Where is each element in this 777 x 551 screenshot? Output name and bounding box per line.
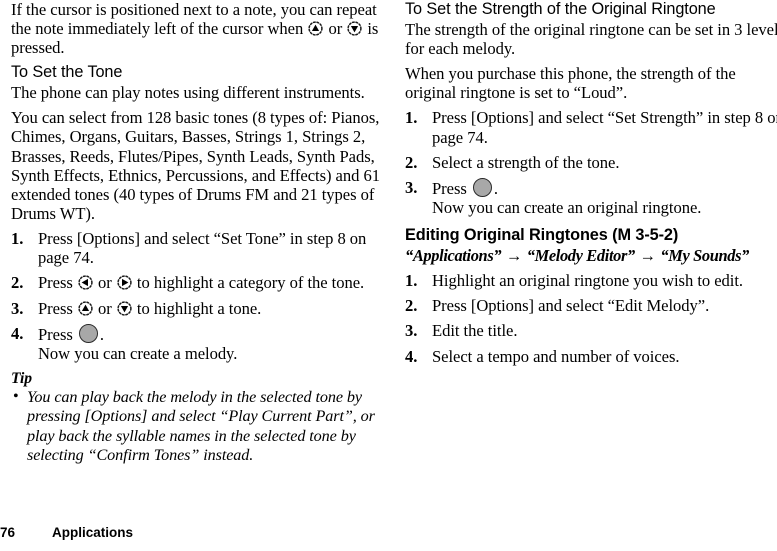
step-number: 2.	[405, 152, 418, 172]
step-text-middle: or	[93, 273, 116, 293]
menu-path-breadcrumb: “Applications” → “Melody Editor” → “My S…	[405, 246, 777, 266]
step-text: Select a tempo and number of voices.	[432, 346, 680, 366]
heading-to-set-the-tone: To Set the Tone	[11, 63, 123, 82]
tip-list: • You can play back the melody in the sel…	[11, 387, 391, 465]
step-text: Press [Options] and select “Set Strength…	[432, 108, 777, 147]
list-item: 1. Press [Options] and select “Set Tone” …	[11, 229, 391, 267]
step-text: Edit the title.	[432, 321, 518, 341]
intro-paragraph: If the cursor is positioned next to a no…	[11, 0, 391, 57]
set-tone-steps: 1. Press [Options] and select “Set Tone” …	[11, 229, 391, 363]
path-part-my-sounds: “My Sounds”	[660, 246, 750, 266]
page-footer: 76 Applications	[0, 525, 777, 551]
list-item: 2. Select a strength of the tone.	[405, 153, 777, 172]
step-number: 1.	[405, 270, 418, 290]
paragraph-strength-levels: The strength of the original ringtone ca…	[405, 20, 777, 59]
chapter-name: Applications	[52, 525, 134, 540]
step-text-suffix: .	[493, 178, 498, 198]
tip-heading: Tip	[11, 370, 33, 388]
heading-editing-original-ringtones: Editing Original Ringtones (M 3-5-2)	[405, 226, 777, 245]
paragraph-default-loud: When you purchase this phone, the streng…	[405, 64, 736, 103]
dpad-left-icon	[78, 275, 93, 290]
step-number: 4.	[11, 323, 24, 343]
list-item: • You can play back the melody in the sel…	[11, 387, 391, 465]
path-part-applications: “Applications”	[405, 246, 502, 266]
menu-code: (M 3-5-2)	[607, 226, 679, 245]
set-strength-steps: 1. Press [Options] and select “Set Streng…	[405, 108, 777, 217]
center-select-key-icon	[78, 323, 98, 343]
heading-set-strength: To Set the Strength of the Original Ring…	[405, 0, 716, 18]
list-item: 2. Press or to highlight a category of th…	[11, 273, 391, 292]
heading-editing-label: Editing Original Ringtones	[405, 226, 608, 245]
list-item: 3. Edit the title.	[405, 321, 777, 340]
list-item: 3. Press . Now you can create an original…	[405, 177, 777, 218]
tip-text: You can play back the melody in the sele…	[27, 388, 375, 464]
intro-text-part-2: or	[324, 19, 347, 39]
paragraph-instruments: The phone can play notes using different…	[11, 83, 365, 103]
step-text-middle: or	[93, 298, 116, 318]
editing-ringtone-steps: 1. Highlight an original ringtone you wis…	[405, 271, 777, 366]
dpad-down-icon	[347, 21, 362, 36]
step-text: Select a strength of the tone.	[432, 152, 620, 172]
arrow-right-icon: →	[505, 246, 522, 266]
path-part-melody-editor: “Melody Editor”	[526, 246, 635, 266]
step-text-prefix: Press	[38, 298, 77, 318]
page-number: 76	[0, 525, 16, 540]
step-text-suffix: to highlight a tone.	[132, 298, 262, 318]
dpad-up-icon	[308, 21, 323, 36]
step-number: 1.	[11, 228, 24, 248]
manual-page: If the cursor is positioned next to a no…	[0, 0, 777, 551]
bullet-icon: •	[13, 387, 19, 406]
step-text-prefix: Press	[38, 324, 77, 344]
step-number: 4.	[405, 346, 418, 366]
step-text-suffix: .	[99, 324, 104, 344]
step-text: Press [Options] and select “Set Tone” in…	[38, 228, 367, 268]
step-number: 3.	[405, 321, 418, 341]
list-item: 4. Press . Now you can create a melody.	[11, 323, 391, 363]
arrow-right-icon: →	[639, 246, 656, 266]
list-item: 2. Press [Options] and select “Edit Melod…	[405, 296, 777, 315]
step-text-prefix: Press	[432, 178, 471, 198]
step-number: 3.	[405, 177, 418, 197]
center-select-key-icon	[472, 177, 492, 197]
step-text: Highlight an original ringtone you wish …	[432, 270, 744, 290]
step-text-suffix: to highlight a category of the tone.	[132, 273, 365, 293]
list-item: 4. Select a tempo and number of voices.	[405, 347, 777, 366]
dpad-right-icon	[117, 275, 132, 290]
list-item: 1. Highlight an original ringtone you wis…	[405, 271, 777, 290]
step-substep-text: Now you can create an original ringtone.	[432, 198, 702, 218]
dpad-up-icon	[78, 300, 93, 316]
step-text-prefix: Press	[38, 273, 77, 293]
step-number: 2.	[405, 296, 418, 316]
right-column: To Set the Strength of the Original Ring…	[405, 0, 777, 366]
step-number: 3.	[11, 298, 24, 318]
dpad-down-icon	[117, 300, 132, 316]
step-number: 2.	[11, 273, 24, 293]
left-column: If the cursor is positioned next to a no…	[11, 0, 391, 465]
list-item: 1. Press [Options] and select “Set Streng…	[405, 108, 777, 146]
step-number: 1.	[405, 108, 418, 128]
step-text: Press [Options] and select “Edit Melody”…	[432, 296, 710, 316]
list-item: 3. Press or to highlight a tone.	[11, 299, 391, 318]
paragraph-tone-list: You can select from 128 basic tones (8 t…	[11, 108, 380, 223]
step-substep-text: Now you can create a melody.	[38, 343, 238, 363]
